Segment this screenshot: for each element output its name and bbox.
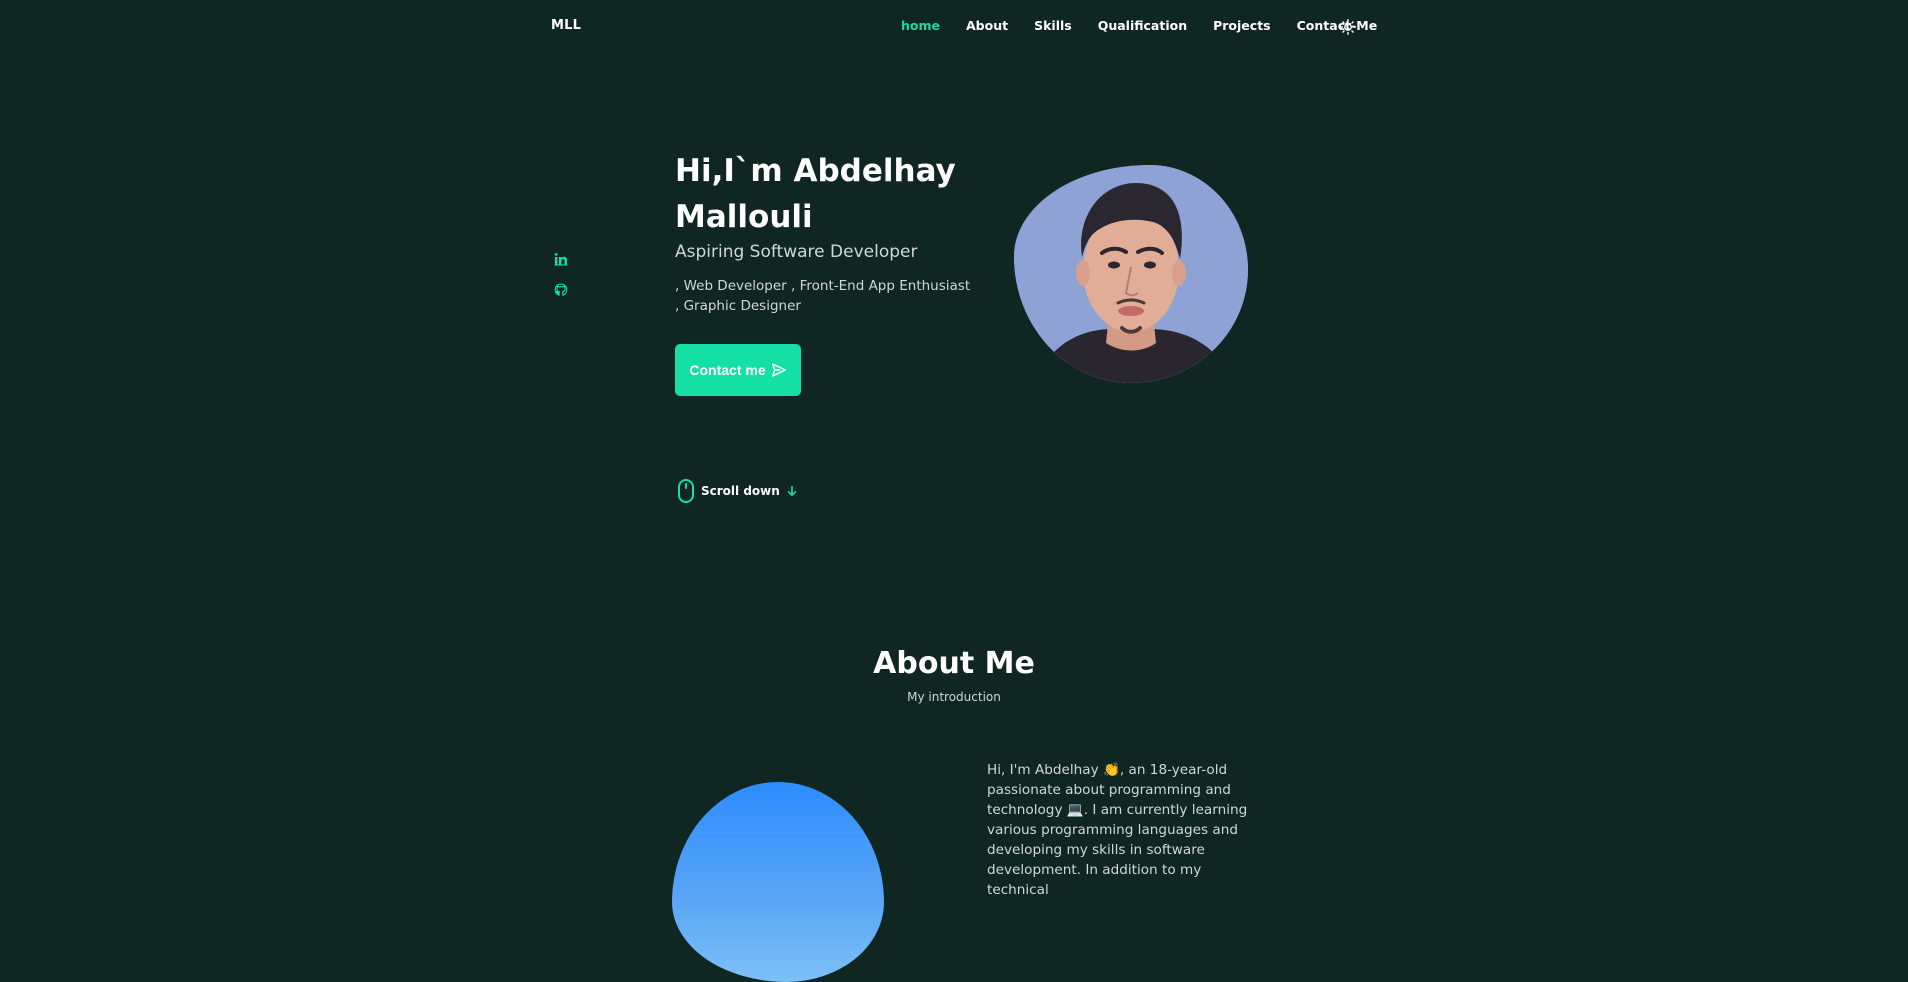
nav-item-contact-me[interactable]: Contact-Me (1297, 18, 1378, 33)
about-subtitle: My introduction (907, 690, 1001, 704)
social-links (554, 252, 568, 297)
profile-photo-illustration (1014, 165, 1248, 383)
send-icon (771, 363, 786, 377)
profile-photo (1014, 165, 1248, 383)
mouse-icon (678, 479, 694, 503)
nav-item-skills[interactable]: Skills (1034, 18, 1072, 33)
sun-icon[interactable] (1340, 19, 1356, 35)
github-icon[interactable] (554, 283, 568, 297)
hero-subtitle: Aspiring Software Developer (675, 242, 918, 262)
linkedin-icon[interactable] (554, 252, 568, 266)
logo[interactable]: MLL (551, 18, 581, 33)
nav-item-about[interactable]: About (966, 18, 1008, 33)
nav-item-projects[interactable]: Projects (1213, 18, 1271, 33)
about-image (672, 782, 884, 982)
header: MLL home About Skills Qualification Proj… (0, 0, 1908, 54)
nav-item-qualification[interactable]: Qualification (1098, 18, 1187, 33)
arrow-down-icon (787, 485, 797, 496)
scroll-down-link[interactable]: Scroll down (677, 479, 798, 503)
hero-title: Hi,I`m Abdelhay Mallouli (675, 153, 956, 235)
contact-me-button[interactable]: Contact me (675, 344, 801, 396)
nav-item-home[interactable]: home (901, 18, 940, 33)
about-title: About Me (873, 646, 1035, 681)
contact-button-label: Contact me (689, 362, 766, 378)
main-nav: home About Skills Qualification Projects… (901, 18, 1403, 33)
scroll-down-label: Scroll down (701, 484, 780, 498)
about-description: Hi, I'm Abdelhay 👏, an 18-year-old passi… (987, 762, 1248, 898)
hero-description: , Web Developer , Front-End App Enthusia… (675, 278, 971, 314)
